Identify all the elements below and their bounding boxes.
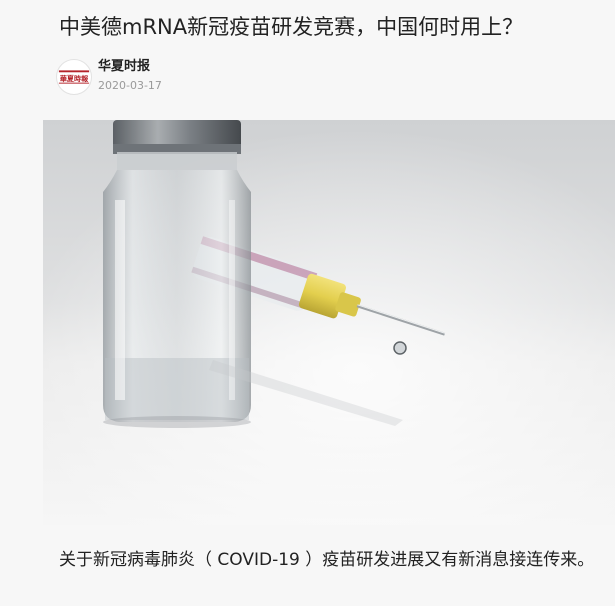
source-meta: 华夏时报 2020-03-17 — [98, 58, 162, 95]
newspaper-logo-icon[interactable]: 華夏時報 — [56, 58, 92, 95]
vaccine-vial-and-syringe-photo — [43, 120, 615, 525]
source-name[interactable]: 华夏时报 — [98, 58, 162, 75]
article-lead-paragraph: 关于新冠病毒肺炎（ COVID-19 ）疫苗研发进展又有新消息接连传来。 — [59, 550, 595, 570]
article-title: 中美德mRNA新冠疫苗研发竞赛，中国何时用上？ — [59, 15, 524, 39]
source-row[interactable]: 華夏時報 华夏时报 2020-03-17 — [56, 58, 162, 95]
logo-text: 華夏時報 — [60, 73, 89, 82]
publish-date: 2020-03-17 — [98, 79, 162, 92]
article-page: 中美德mRNA新冠疫苗研发竞赛，中国何时用上？ 華夏時報 华夏时报 2020-0… — [0, 0, 615, 606]
